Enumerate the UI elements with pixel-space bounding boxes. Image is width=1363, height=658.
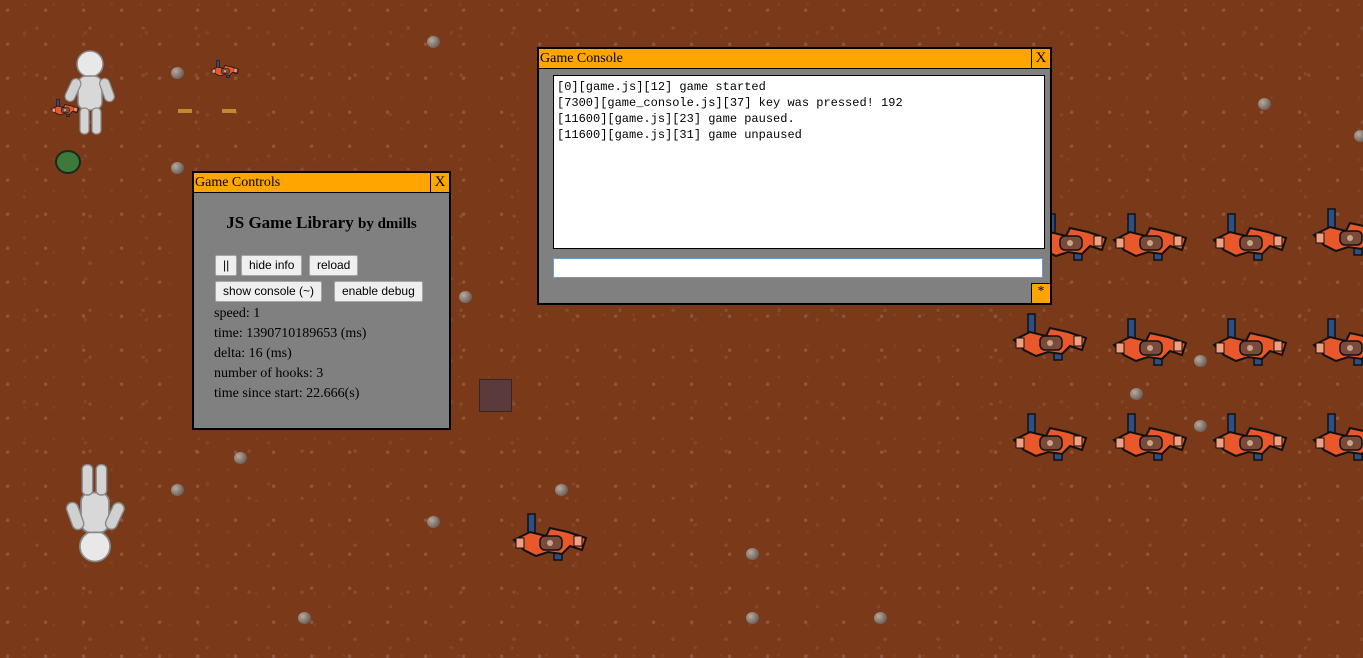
- panel-titlebar[interactable]: Game Console: [539, 49, 1050, 69]
- enemy-ship[interactable]: [1310, 410, 1363, 470]
- close-button[interactable]: X: [1031, 49, 1050, 68]
- library-author: by dmills: [357, 216, 417, 232]
- reload-button[interactable]: reload: [309, 255, 359, 276]
- rock: [746, 612, 759, 624]
- enemy-ship[interactable]: [1010, 410, 1090, 470]
- rock: [427, 36, 440, 48]
- log-line: [0][game.js][12] game started: [557, 80, 766, 94]
- enemy-ship[interactable]: [1210, 315, 1290, 375]
- library-title: JS Game Library: [226, 213, 354, 232]
- panel-titlebar[interactable]: Game Controls: [194, 173, 449, 193]
- small-bug-sprite[interactable]: [55, 150, 81, 174]
- astronaut-sprite[interactable]: [60, 455, 130, 570]
- speed-readout: speed: 1: [214, 306, 261, 321]
- hide-info-button[interactable]: hide info: [241, 255, 303, 276]
- resize-handle[interactable]: *: [1031, 283, 1050, 303]
- rock: [459, 291, 472, 303]
- rock: [1194, 355, 1207, 367]
- time-readout: time: 1390710189653 (ms): [214, 326, 367, 341]
- small-ship-sprite[interactable]: [210, 58, 240, 82]
- rock: [1130, 388, 1143, 400]
- game-controls-panel: Game Controls X JS Game Library by dmill…: [192, 171, 451, 430]
- rock: [171, 162, 184, 174]
- shadow-block: [479, 379, 512, 412]
- small-ship-sprite[interactable]: [50, 97, 80, 121]
- delta-readout: delta: 16 (ms): [214, 346, 292, 361]
- enemy-ship[interactable]: [1010, 310, 1090, 370]
- log-line: [11600][game.js][31] game unpaused: [557, 128, 802, 142]
- enemy-ship[interactable]: [1210, 410, 1290, 470]
- enemy-ship[interactable]: [1310, 315, 1363, 375]
- bullet-sprite: [222, 109, 236, 113]
- pause-button[interactable]: ||: [215, 255, 238, 276]
- bullet-sprite: [178, 109, 192, 113]
- rock: [234, 452, 247, 464]
- enemy-ship[interactable]: [1310, 205, 1363, 265]
- player-ship[interactable]: [510, 510, 590, 570]
- astronaut-sprite[interactable]: [60, 48, 120, 138]
- console-input[interactable]: [553, 258, 1043, 278]
- rock: [1194, 420, 1207, 432]
- hooks-readout: number of hooks: 3: [214, 366, 324, 381]
- enemy-ship[interactable]: [1210, 210, 1290, 270]
- rock: [1258, 98, 1271, 110]
- log-line: [7300][game_console.js][37] key was pres…: [557, 96, 903, 110]
- rock: [1354, 130, 1363, 142]
- elapsed-readout: time since start: 22.666(s): [214, 386, 360, 401]
- rock: [298, 612, 311, 624]
- enemy-ship[interactable]: [1110, 210, 1190, 270]
- show-console-button[interactable]: show console (~): [215, 281, 323, 302]
- rock: [171, 484, 184, 496]
- rock: [427, 516, 440, 528]
- panel-title: Game Console: [540, 51, 623, 66]
- rock: [171, 67, 184, 79]
- enemy-ship[interactable]: [1110, 315, 1190, 375]
- rock: [874, 612, 887, 624]
- console-log[interactable]: [0][game.js][12] game started [7300][gam…: [553, 75, 1045, 249]
- enable-debug-button[interactable]: enable debug: [334, 281, 423, 302]
- log-line: [11600][game.js][23] game paused.: [557, 112, 795, 126]
- library-heading: JS Game Library by dmills: [194, 213, 449, 233]
- enemy-ship[interactable]: [1110, 410, 1190, 470]
- rock: [746, 548, 759, 560]
- panel-title: Game Controls: [195, 175, 281, 190]
- close-button[interactable]: X: [430, 173, 449, 192]
- game-console-panel: Game Console X [0][game.js][12] game sta…: [537, 47, 1052, 305]
- rock: [555, 484, 568, 496]
